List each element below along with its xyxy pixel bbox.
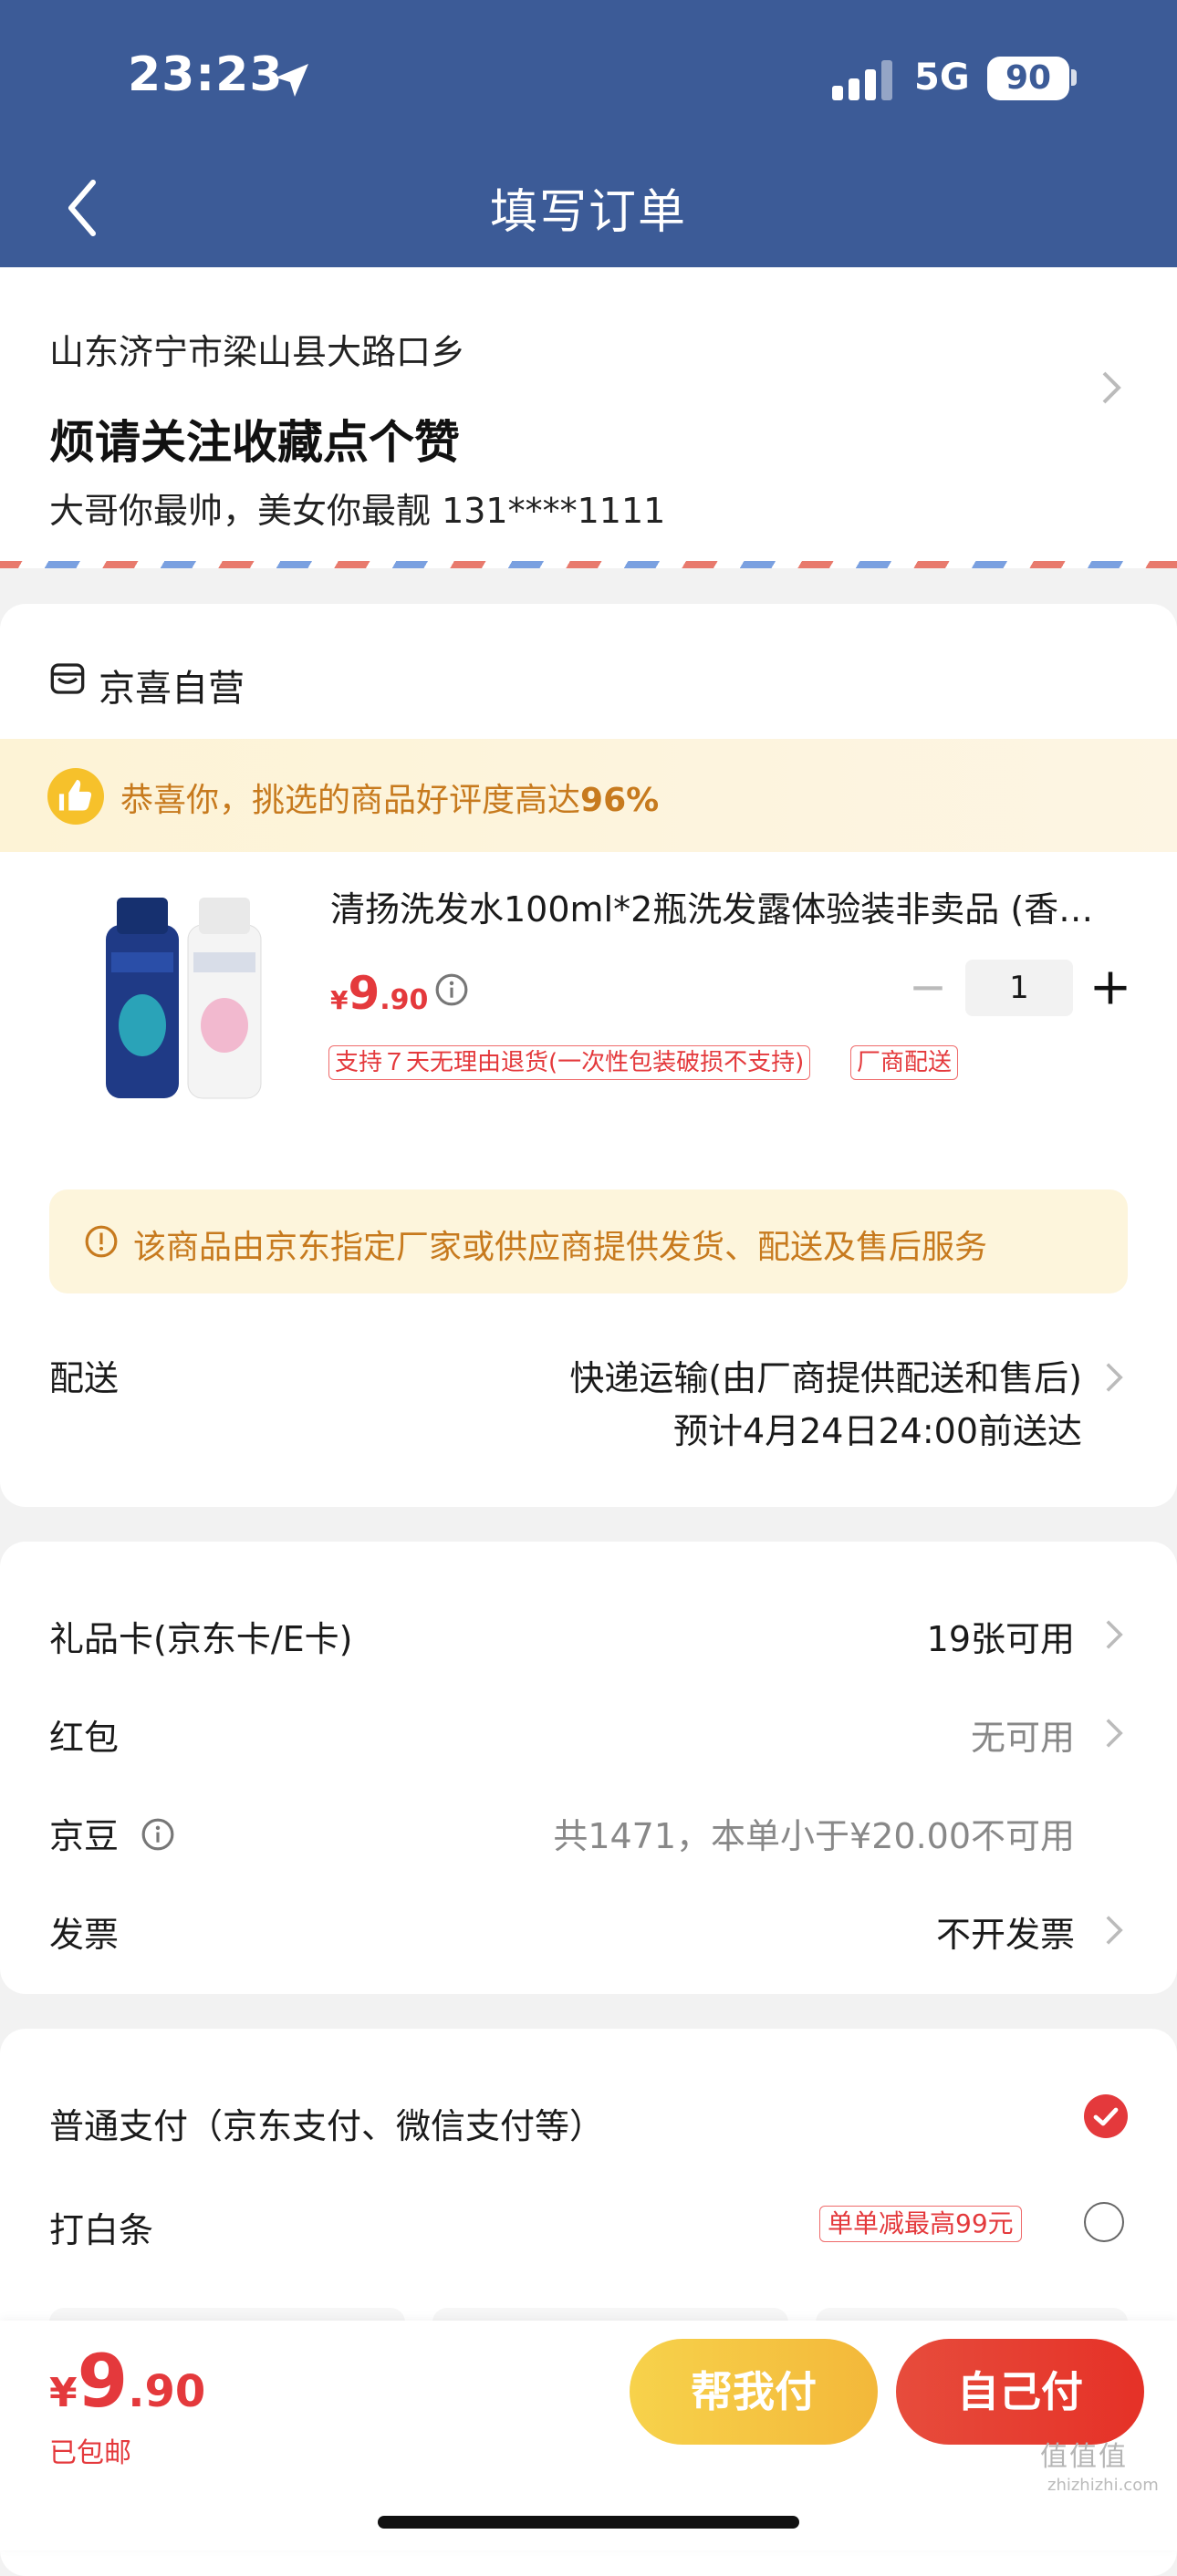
payment-option-normal[interactable]: 普通支付（京东支付、微信支付等）: [49, 2098, 604, 2148]
discounts-card: 礼品卡(京东卡/E卡) 19张可用 红包 无可用 京豆 共1471，本单小于¥2…: [0, 1542, 1177, 1994]
quantity-plus-button[interactable]: [1091, 969, 1130, 1007]
chevron-right-icon[interactable]: [1104, 1717, 1124, 1750]
praise-text: 恭喜你，挑选的商品好评度高达96%: [120, 774, 659, 821]
baitiao-promo-tag: 单单减最高99元: [819, 2206, 1022, 2242]
network-type: 5G: [914, 57, 970, 99]
info-icon[interactable]: [141, 1817, 175, 1852]
total-currency: ¥: [49, 2370, 78, 2416]
shipping-method[interactable]: 快递运输(由厂商提供配送和售后): [569, 1350, 1082, 1400]
address-detail: 烦请关注收藏点个赞: [49, 416, 460, 469]
pay-myself-button[interactable]: 自己付: [896, 2339, 1144, 2445]
radio-unselected[interactable]: [1084, 2202, 1124, 2242]
shop-card: 京喜自营 恭喜你，挑选的商品好评度高达96% 清扬洗发水100ml*2瓶洗发露体…: [0, 604, 1177, 1507]
red-packet-label: 红包: [49, 1718, 120, 1758]
shop-name: 京喜自营: [99, 668, 245, 710]
chevron-right-icon[interactable]: [1104, 1361, 1124, 1394]
battery-cap: [1071, 69, 1077, 86]
watermark-url: zhizhizhi.com: [1047, 2476, 1159, 2495]
chevron-right-icon: [1102, 371, 1121, 404]
jd-beans-value: 共1471，本单小于¥20.00不可用: [553, 1816, 1075, 1856]
chevron-right-icon[interactable]: [1104, 1618, 1124, 1651]
invoice-value[interactable]: 不开发票: [936, 1906, 1075, 1957]
address-region: 山东济宁市梁山县大路口乡: [49, 332, 466, 372]
quantity-minus-button[interactable]: [909, 969, 947, 1007]
quantity-field[interactable]: 1: [965, 960, 1073, 1016]
product-title[interactable]: 清扬洗发水100ml*2瓶洗发露体验装非卖品 (香…: [330, 881, 1124, 931]
gift-card-count: 19张可用: [926, 1619, 1075, 1659]
total-decimal: .90: [128, 2366, 206, 2417]
vendor-notice: 该商品由京东指定厂家或供应商提供发货、配送及售后服务: [49, 1189, 1128, 1293]
shop-icon: [50, 663, 85, 694]
info-icon[interactable]: [434, 972, 469, 1007]
payment-option-baitiao[interactable]: 打白条: [49, 2202, 153, 2252]
watermark: 值值值: [1040, 2441, 1128, 2473]
chevron-right-icon[interactable]: [1104, 1914, 1124, 1947]
envelope-stripe: [0, 561, 1177, 568]
product-price: ¥9.90: [330, 967, 428, 1020]
praise-percent: 96%: [580, 782, 660, 819]
battery-icon: 90: [987, 57, 1069, 100]
total-price: ¥9.90: [49, 2339, 205, 2424]
vendor-notice-text: 该商品由京东指定厂家或供应商提供发货、配送及售后服务: [133, 1229, 988, 1266]
location-arrow-icon: [276, 64, 308, 97]
praise-banner: 恭喜你，挑选的商品好评度高达96%: [0, 739, 1177, 852]
total-integer: 9: [77, 2339, 129, 2424]
status-time: 23:23: [128, 47, 284, 102]
warning-info-icon: [85, 1225, 118, 1258]
product-image[interactable]: [99, 898, 272, 1103]
help-me-pay-button[interactable]: 帮我付: [630, 2339, 878, 2445]
gift-card-label: 礼品卡(京东卡/E卡): [49, 1619, 353, 1659]
signal-icon: [832, 60, 892, 100]
jd-beans-label: 京豆: [49, 1808, 119, 1858]
checkout-bar: ¥9.90 已包邮 帮我付 自己付: [0, 2321, 1177, 2550]
jd-beans-text: 京豆: [49, 1816, 120, 1856]
page-title: 填写订单: [489, 185, 687, 240]
nav-header: 23:23 5G 90 填写订单: [0, 0, 1177, 267]
red-packet-value[interactable]: 无可用: [971, 1709, 1075, 1760]
return-policy-tag: 支持７天无理由退货(一次性包装破损不支持): [328, 1045, 811, 1080]
check-selected-icon[interactable]: [1084, 2094, 1128, 2138]
home-indicator: [378, 2516, 799, 2529]
thumbs-up-icon: [47, 768, 104, 825]
gift-card-value[interactable]: 19张可用: [927, 1611, 1075, 1661]
shipping-label: 配送: [49, 1358, 120, 1398]
address-card[interactable]: 山东济宁市梁山县大路口乡 烦请关注收藏点个赞 大哥你最帅，美女你最靓 131**…: [0, 267, 1177, 568]
shipping-eta: 预计4月24日24:00前送达: [672, 1411, 1082, 1451]
invoice-label: 发票: [49, 1915, 120, 1955]
praise-message: 恭喜你，挑选的商品好评度高达: [120, 782, 581, 819]
price-integer: 9: [348, 967, 380, 1020]
vendor-shipping-tag: 厂商配送: [850, 1045, 959, 1080]
free-shipping-note: 已包邮: [49, 2437, 131, 2469]
address-contact: 大哥你最帅，美女你最靓 131****1111: [49, 491, 666, 531]
price-currency: ¥: [330, 985, 349, 1015]
price-decimal: .90: [380, 984, 429, 1016]
